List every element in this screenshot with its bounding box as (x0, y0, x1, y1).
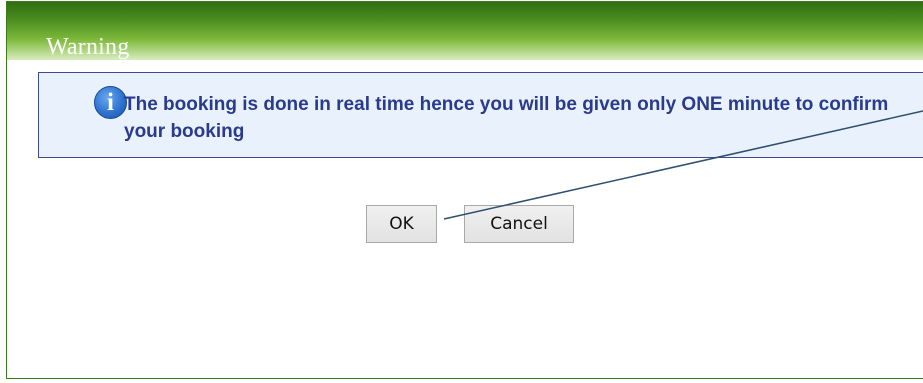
cancel-button[interactable]: Cancel (464, 205, 574, 243)
info-message-box: i The booking is done in real time hence… (38, 72, 923, 158)
dialog-title-bar[interactable]: Warning (7, 2, 923, 60)
info-icon: i (94, 86, 127, 119)
warning-dialog: Warning i The booking is done in real ti… (6, 1, 923, 379)
warning-message: The booking is done in real time hence y… (124, 94, 889, 142)
ok-button[interactable]: OK (366, 205, 437, 243)
dialog-title: Warning (46, 34, 130, 60)
